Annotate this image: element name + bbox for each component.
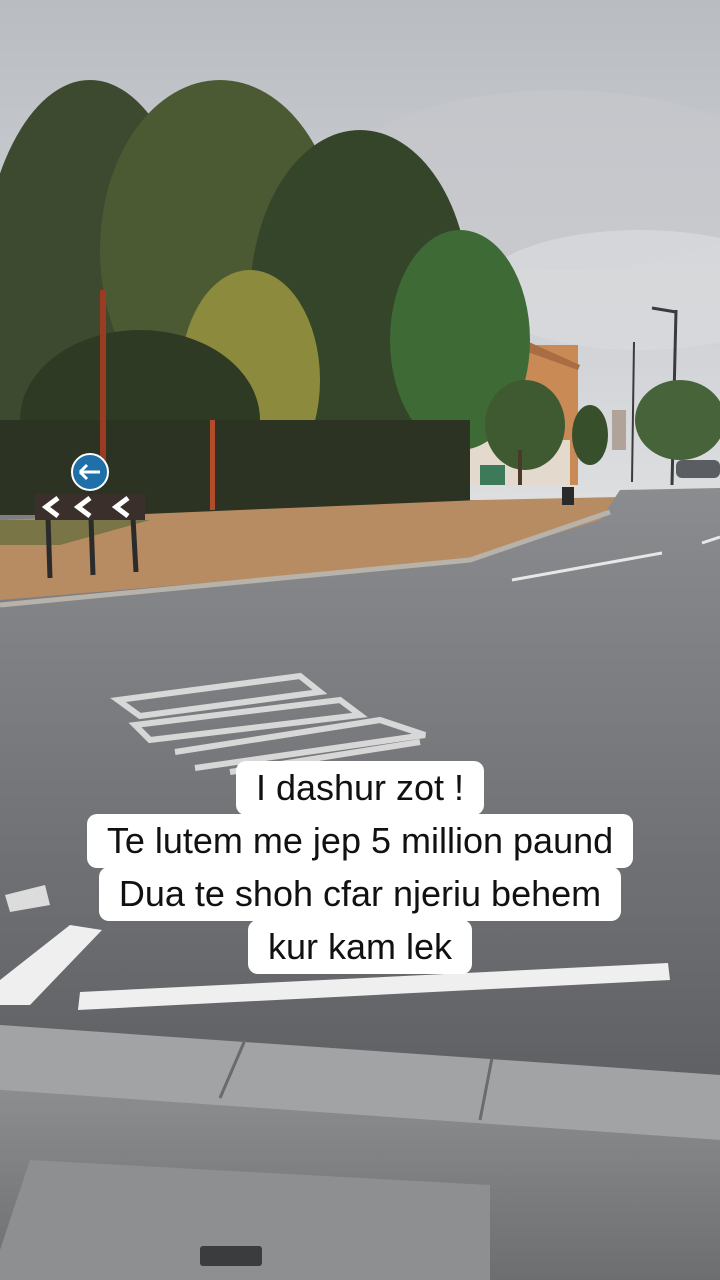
street-photo: [0, 0, 720, 1280]
tower: [612, 410, 626, 450]
caption-overlay: I dashur zot ! Te lutem me jep 5 million…: [0, 761, 720, 974]
bin: [562, 487, 574, 505]
caption-line-4: kur kam lek: [247, 920, 473, 974]
caption-line-2: Te lutem me jep 5 million paund: [86, 814, 634, 868]
car: [676, 460, 720, 478]
caption-line-3: Dua te shoh cfar njeriu behem: [98, 867, 622, 921]
caption-line-1: I dashur zot !: [235, 761, 485, 815]
drain-cover: [200, 1246, 262, 1266]
